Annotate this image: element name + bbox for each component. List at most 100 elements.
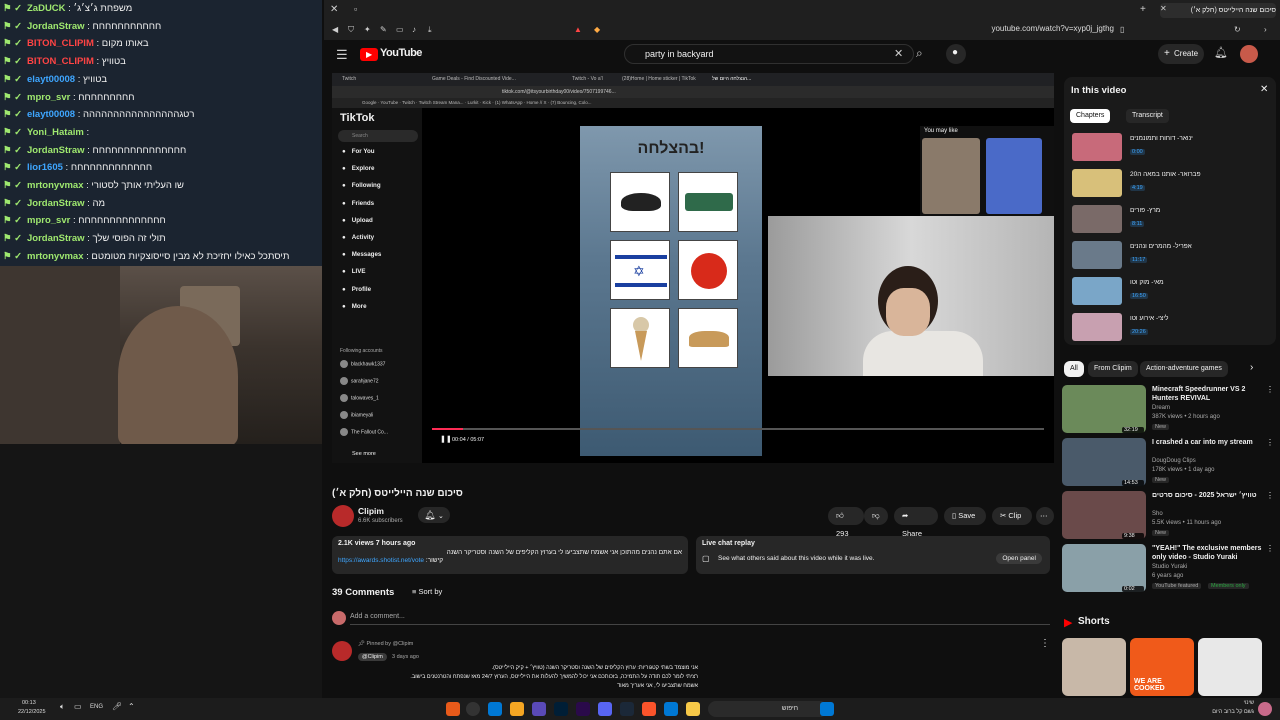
tab-chapters[interactable]: Chapters: [1070, 109, 1111, 123]
chat-username[interactable]: JordanStraw: [27, 233, 85, 244]
clear-search-icon[interactable]: ✕: [894, 47, 903, 60]
chat-username[interactable]: mpro_svr: [27, 92, 70, 103]
clip-button[interactable]: ✂ Clip: [992, 507, 1032, 525]
window-icon[interactable]: ▫: [354, 4, 357, 14]
tab-transcript[interactable]: Transcript: [1126, 109, 1169, 123]
taskbar-search[interactable]: חיפוש: [708, 701, 828, 717]
chapter-item[interactable]: פברואר- אותנו במאה ה20 4:19: [1072, 167, 1268, 199]
chat-username[interactable]: JordanStraw: [27, 198, 85, 209]
reload-icon[interactable]: ↻: [1234, 25, 1241, 34]
channel-name[interactable]: Clipim: [358, 506, 384, 516]
chat-username[interactable]: JordanStraw: [27, 21, 85, 32]
chevron-right-icon[interactable]: ›: [1250, 362, 1253, 373]
chapter-item[interactable]: ליצי- אירוע וטו 20:26: [1072, 311, 1268, 343]
app-icon-11[interactable]: [664, 702, 678, 716]
chat-username[interactable]: mrtonyvmax: [27, 251, 84, 262]
address-bar[interactable]: youtube.com/watch?v=xyp0j_jgthg: [924, 24, 1114, 33]
avatar[interactable]: [1240, 45, 1258, 63]
chat-username[interactable]: BITON_CLIPIM: [27, 56, 94, 67]
filter-all[interactable]: All: [1064, 361, 1084, 377]
new-tab-icon[interactable]: +: [1140, 4, 1146, 15]
filter-action-adventure[interactable]: Action-adventure games: [1140, 361, 1228, 377]
close-icon[interactable]: ✕: [330, 4, 338, 15]
add-comment-input[interactable]: Add a comment...: [350, 613, 405, 620]
dislike-button[interactable]: 👎︎: [864, 507, 888, 525]
sidebar-icon[interactable]: ▭: [396, 25, 404, 34]
recommended-video[interactable]: 9:38 טוויץ׳ ישראל 2025 - סיכום סרטים Sho 5.…: [1062, 491, 1276, 543]
video-menu-icon[interactable]: ⋮: [1266, 438, 1274, 447]
app-icon-12[interactable]: [686, 702, 700, 716]
description-box[interactable]: 2.1K views 7 hours ago אם אתם נהנים מהתו…: [332, 536, 688, 574]
voice-search-button[interactable]: ●: [946, 44, 966, 64]
chat-username[interactable]: JordanStraw: [27, 145, 85, 156]
back-icon[interactable]: ◀: [332, 25, 338, 34]
app-icon-8[interactable]: [598, 702, 612, 716]
mic-tray-icon[interactable]: 🎤︎: [112, 702, 122, 711]
recommended-video[interactable]: 14:53 I crashed a car into my stream DougD…: [1062, 438, 1276, 490]
sort-button[interactable]: ≡ Sort by: [412, 587, 442, 596]
more-button[interactable]: ⋯: [1036, 507, 1054, 525]
desc-link[interactable]: https://awards.shotist.net/vote: [338, 557, 424, 564]
filter-from-clipim[interactable]: From Clipim: [1088, 361, 1138, 377]
chat-username[interactable]: lior1605: [27, 162, 63, 173]
notify-button[interactable]: 🔔︎ ⌄: [418, 507, 450, 523]
app-icon-5[interactable]: [532, 702, 546, 716]
brave-icon[interactable]: ◆: [594, 25, 600, 34]
close-panel-icon[interactable]: ✕: [1260, 84, 1268, 95]
search-icon[interactable]: ⌕: [916, 46, 923, 61]
recommended-video[interactable]: 0:02 "YEAH!" The exclusive members only v…: [1062, 544, 1276, 596]
chat-username[interactable]: ZaDUCK: [27, 3, 66, 14]
chat-username[interactable]: mpro_svr: [27, 215, 70, 226]
start-icon[interactable]: [820, 702, 834, 716]
language-indicator[interactable]: ENG: [90, 704, 103, 710]
video-menu-icon[interactable]: ⋮: [1266, 385, 1274, 394]
video-menu-icon[interactable]: ⋮: [1266, 491, 1274, 500]
pause-icon[interactable]: ❚❚: [440, 435, 452, 443]
like-button[interactable]: 👍︎ 293: [828, 507, 864, 538]
video-menu-icon[interactable]: ⋮: [1266, 544, 1274, 553]
video-player[interactable]: Twitch Game Deals - Find Discounted Vide…: [332, 73, 1054, 463]
recommended-video[interactable]: 32:19 Minecraft Speedrunner VS 2 Hunters …: [1062, 385, 1276, 437]
app-icon-3[interactable]: [488, 702, 502, 716]
chapter-item[interactable]: אפריל- מהמרים ונהנים 11:17: [1072, 239, 1268, 271]
chat-username[interactable]: BITON_CLIPIM: [27, 38, 94, 49]
short-thumb-2[interactable]: WE ARE COOKED: [1130, 638, 1194, 696]
network-icon[interactable]: ▭: [74, 702, 82, 711]
short-thumb-1[interactable]: [1062, 638, 1126, 696]
active-tab[interactable]: סיכום שנה היילייטס (חלק א׳): [1160, 3, 1276, 18]
app-icon-9[interactable]: [620, 702, 634, 716]
app-icon-2[interactable]: [466, 702, 480, 716]
forward-icon[interactable]: ›: [1264, 25, 1267, 34]
channel-avatar[interactable]: [332, 505, 354, 527]
search-input[interactable]: party in backyard: [624, 44, 914, 64]
open-panel-button[interactable]: Open panel: [996, 553, 1042, 564]
chapter-item[interactable]: ינואר- דוחות ותמונמנים 0:00: [1072, 131, 1268, 163]
chat-username[interactable]: mrtonyvmax: [27, 180, 84, 191]
chat-username[interactable]: Yoni_Hataim: [27, 127, 84, 138]
app-icon-1[interactable]: [446, 702, 460, 716]
video-progress[interactable]: [432, 428, 1044, 430]
chapter-item[interactable]: מרץ- פורים 8:11: [1072, 203, 1268, 235]
bookmark-icon[interactable]: ▯: [1120, 25, 1124, 34]
tray-chevron-icon[interactable]: ⌃: [128, 702, 135, 711]
create-button[interactable]: + Create: [1158, 44, 1204, 64]
download-icon[interactable]: ⤓: [428, 25, 432, 35]
comment-menu-icon[interactable]: ⋮: [1040, 638, 1050, 649]
comment-author[interactable]: @Clipim: [358, 653, 387, 661]
volume-icon[interactable]: 🔈︎: [60, 702, 65, 712]
short-thumb-3[interactable]: [1198, 638, 1262, 696]
shield-icon[interactable]: ⛉: [348, 25, 354, 35]
chat-username[interactable]: elayt00008: [27, 74, 75, 85]
youtube-logo-icon[interactable]: ▶: [360, 48, 378, 61]
share-button[interactable]: ➦ Share: [894, 507, 938, 538]
music-icon[interactable]: ♪: [412, 25, 416, 34]
tab-close-icon[interactable]: ✕: [1160, 4, 1167, 13]
notifications-icon[interactable]: 🔔︎: [1214, 46, 1228, 59]
warning-icon[interactable]: ▲: [574, 25, 582, 34]
chat-username[interactable]: elayt00008: [27, 109, 75, 120]
chapter-item[interactable]: מאי- מוק וטו 16:50: [1072, 275, 1268, 307]
app-icon-4[interactable]: [510, 702, 524, 716]
youtube-logo-text[interactable]: YouTube: [380, 47, 422, 59]
tool-icon[interactable]: ✎: [380, 25, 387, 34]
app-icon-6[interactable]: [554, 702, 568, 716]
